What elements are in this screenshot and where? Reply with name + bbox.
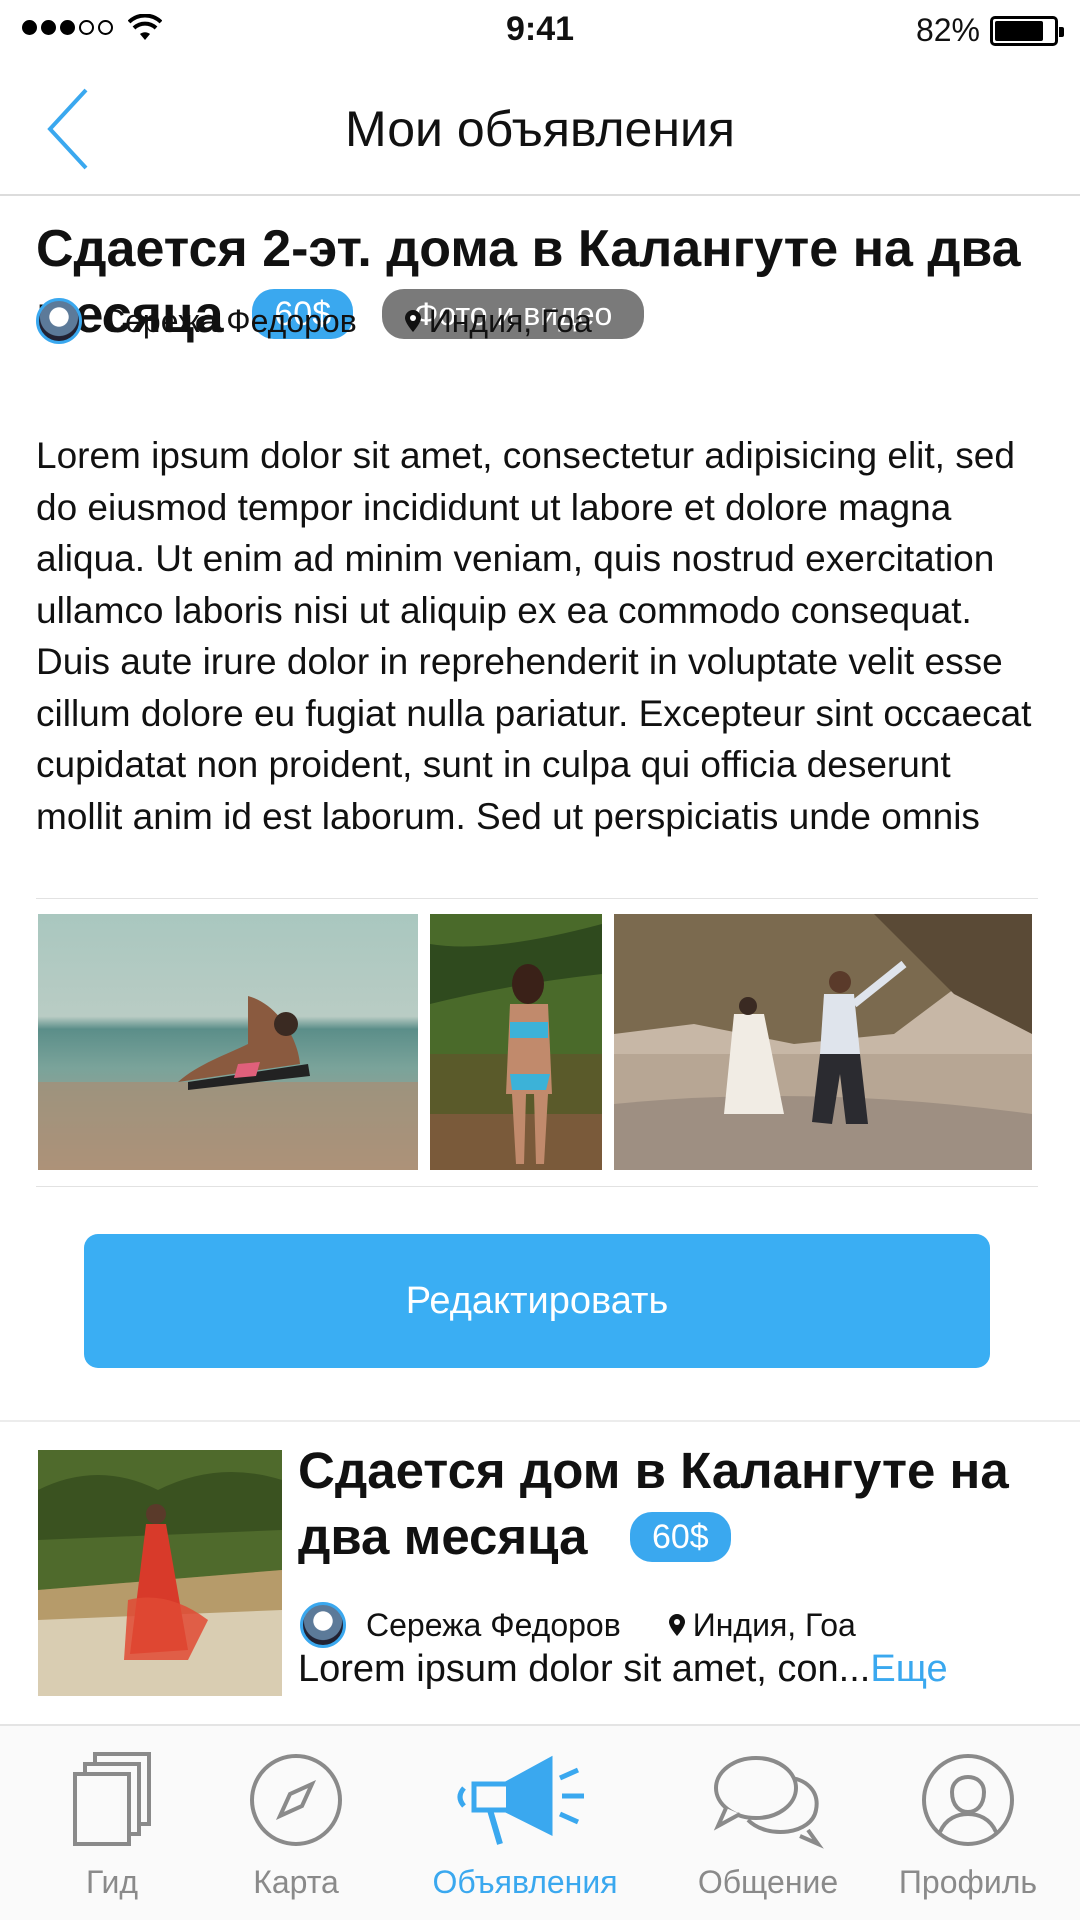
navigation-bar: Мои объявления bbox=[0, 60, 1080, 196]
battery-icon bbox=[990, 16, 1064, 46]
avatar[interactable] bbox=[300, 1602, 346, 1648]
listing-meta: Сережа Федоров Индия, Гоа bbox=[300, 1602, 856, 1648]
tab-map[interactable]: Карта bbox=[196, 1726, 396, 1920]
tab-label: Карта bbox=[253, 1864, 339, 1900]
price-badge: 60$ bbox=[629, 1511, 731, 1562]
divider bbox=[0, 1420, 1080, 1422]
status-bar: 9:41 82% bbox=[0, 0, 1080, 60]
listing-description: Lorem ipsum dolor sit amet, consectetur … bbox=[36, 435, 1032, 837]
avatar[interactable] bbox=[36, 298, 82, 344]
chat-bubbles-icon bbox=[713, 1756, 824, 1849]
location-pin-icon bbox=[404, 310, 421, 332]
photo-beach-woman-lying[interactable] bbox=[38, 914, 418, 1170]
tab-guide[interactable]: Гид bbox=[12, 1726, 212, 1920]
author-name[interactable]: Сережа Федоров bbox=[102, 303, 357, 340]
tab-label: Гид bbox=[85, 1864, 139, 1900]
listing-meta: Сережа Федоров Индия, Гоа bbox=[36, 298, 592, 344]
location-text: Индия, Гоа bbox=[428, 302, 592, 339]
photo-couple-beach[interactable] bbox=[614, 914, 1032, 1170]
page-title: Мои объявления bbox=[345, 101, 735, 157]
edit-button[interactable]: Редактировать bbox=[84, 1234, 990, 1368]
tab-label: Профиль bbox=[898, 1864, 1038, 1900]
megaphone-icon bbox=[457, 1755, 584, 1845]
tab-label: Объявления bbox=[432, 1864, 618, 1900]
location-text: Индия, Гоа bbox=[692, 1606, 856, 1643]
divider bbox=[36, 898, 1038, 899]
compass-icon bbox=[250, 1754, 342, 1846]
location-pin-icon bbox=[668, 1614, 685, 1636]
tab-chat[interactable]: Общение bbox=[668, 1726, 868, 1920]
pages-icon bbox=[73, 1752, 151, 1846]
tab-label: Общение bbox=[697, 1864, 839, 1900]
tab-listings[interactable]: Объявления bbox=[420, 1726, 630, 1920]
tab-bar: Гид Карта Объявления Общение Профиль bbox=[0, 1724, 1080, 1920]
more-link[interactable]: Еще bbox=[870, 1648, 947, 1690]
battery-percentage: 82% bbox=[915, 12, 980, 48]
listing-thumbnail[interactable] bbox=[38, 1450, 282, 1696]
divider bbox=[36, 1186, 1038, 1187]
author-name[interactable]: Сережа Федоров bbox=[366, 1607, 621, 1644]
tab-profile[interactable]: Профиль bbox=[868, 1726, 1068, 1920]
profile-icon bbox=[922, 1754, 1014, 1846]
description-text: Lorem ipsum dolor sit amet, con... bbox=[298, 1648, 871, 1690]
listing-description: Lorem ipsum dolor sit amet, con...Еще bbox=[298, 1648, 948, 1691]
listing-title: Сдается дом в Калангуте на два месяца 60… bbox=[298, 1438, 1058, 1570]
photo-woman-palms[interactable] bbox=[430, 914, 602, 1170]
